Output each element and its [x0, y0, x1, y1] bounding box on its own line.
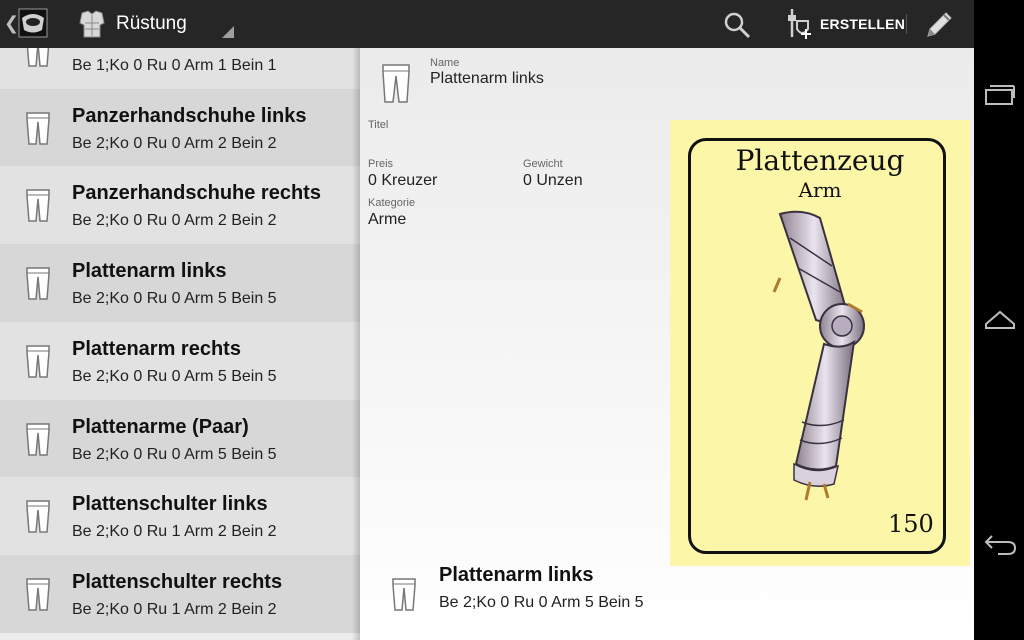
list-item[interactable]: Plattenschulter links Be 2;Ko 0 Ru 1 Arm … — [0, 477, 360, 555]
trousers-icon — [392, 578, 416, 611]
edit-pencil-icon[interactable] — [922, 8, 956, 42]
recent-apps-icon[interactable] — [982, 80, 1018, 110]
preview-subtitle: Be 2;Ko 0 Ru 0 Arm 5 Bein 5 — [439, 594, 644, 611]
trousers-icon — [24, 576, 52, 612]
weight-label: Gewicht — [523, 158, 563, 170]
card-title: Plattenzeug — [735, 144, 905, 177]
list-item-subtitle: Be 2;Ko 0 Ru 0 Arm 5 Bein 5 — [72, 290, 277, 307]
list-item[interactable]: Panzerhandschuhe rechts Be 2;Ko 0 Ru 0 Ar… — [0, 166, 360, 244]
category-spinner-title[interactable]: Rüstung — [116, 13, 187, 35]
up-chevron-icon[interactable]: ❮ — [4, 13, 19, 34]
plate-arm-illustration — [772, 210, 865, 501]
detail-pane: Name Plattenarm links Titel Preis 0 Kreu… — [360, 48, 974, 640]
title-label: Titel — [368, 119, 389, 131]
trousers-icon — [24, 421, 52, 457]
price-value[interactable]: 0 Kreuzer — [368, 172, 437, 190]
app-logo-icon[interactable] — [18, 8, 48, 38]
name-label: Name — [430, 57, 460, 69]
preview-title: Plattenarm links — [439, 564, 594, 586]
list-item[interactable]: Kettenhandschuh (rechts) Be 1;Ko 0 Ru 0 A… — [0, 48, 360, 89]
list-item-title: Panzerhandschuhe links — [72, 105, 307, 127]
spinner-dropdown-icon[interactable] — [222, 26, 234, 38]
trousers-icon — [24, 110, 52, 146]
search-icon[interactable] — [722, 10, 752, 40]
list-item-subtitle: Be 2;Ko 0 Ru 0 Arm 5 Bein 5 — [72, 446, 277, 463]
navigation-bar — [974, 0, 1024, 640]
action-bar: ❮ Rüstung ERSTELLEN — [0, 0, 974, 48]
list-item-subtitle: Be 2;Ko 0 Ru 1 Arm 2 Bein 2 — [72, 523, 277, 540]
list-item-subtitle: Be 1;Ko 0 Ru 0 Arm 1 Bein 1 — [72, 57, 277, 74]
back-icon[interactable] — [982, 528, 1018, 558]
trousers-icon — [24, 498, 52, 534]
list-item-title: Plattenschulter rechts — [72, 571, 283, 593]
create-item-icon — [788, 9, 811, 39]
trousers-icon — [24, 48, 52, 68]
item-card-image[interactable]: Plattenzeug Arm 150 — [670, 120, 970, 566]
trousers-icon — [24, 343, 52, 379]
category-value[interactable]: Arme — [368, 211, 406, 229]
list-item[interactable]: Plattenschulter rechts Be 2;Ko 0 Ru 1 Arm… — [0, 555, 360, 633]
list-item[interactable]: Panzerhandschuhe links Be 2;Ko 0 Ru 0 Arm… — [0, 89, 360, 167]
trousers-icon — [382, 64, 410, 103]
card-subtitle: Arm — [798, 178, 842, 202]
list-item[interactable]: Plattenarm links Be 2;Ko 0 Ru 0 Arm 5 Bei… — [0, 244, 360, 322]
list-item-title: Plattenarm links — [72, 260, 227, 282]
trousers-icon — [24, 265, 52, 301]
list-item-title: Plattenarm rechts — [72, 338, 241, 360]
create-label: ERSTELLEN — [820, 16, 906, 32]
list-item-title: Plattenschulter links — [72, 493, 268, 515]
list-item-subtitle: Be 2;Ko 0 Ru 0 Arm 5 Bein 5 — [72, 368, 277, 385]
list-shadow — [352, 48, 360, 640]
list-item-subtitle: Be 2;Ko 0 Ru 1 Arm 2 Bein 2 — [72, 601, 277, 618]
name-value[interactable]: Plattenarm links — [430, 70, 544, 88]
list-item[interactable]: Plattenarme (Paar) Be 2;Ko 0 Ru 0 Arm 5 B… — [0, 400, 360, 478]
category-label: Kategorie — [368, 197, 416, 209]
weight-value[interactable]: 0 Unzen — [523, 172, 583, 190]
action-divider — [906, 14, 907, 34]
price-label: Preis — [368, 158, 394, 170]
item-list: Kettenhandschuh (rechts) Be 1;Ko 0 Ru 0 A… — [0, 48, 360, 640]
list-item-title: Kettenhandschuh (rechts) — [72, 48, 320, 50]
home-icon[interactable] — [982, 304, 1018, 334]
list-item-title: Plattenarme (Paar) — [72, 416, 249, 438]
create-button[interactable]: ERSTELLEN — [784, 6, 905, 42]
armor-category-icon[interactable] — [78, 9, 106, 39]
list-item-subtitle: Be 2;Ko 0 Ru 0 Arm 2 Bein 2 — [72, 212, 277, 229]
card-number: 150 — [888, 510, 934, 538]
list-item-title: Panzerhandschuhe rechts — [72, 182, 321, 204]
trousers-icon — [24, 187, 52, 223]
list-item-subtitle: Be 2;Ko 0 Ru 0 Arm 2 Bein 2 — [72, 135, 277, 152]
list-item[interactable]: Plattenarm rechts Be 2;Ko 0 Ru 0 Arm 5 Be… — [0, 322, 360, 400]
